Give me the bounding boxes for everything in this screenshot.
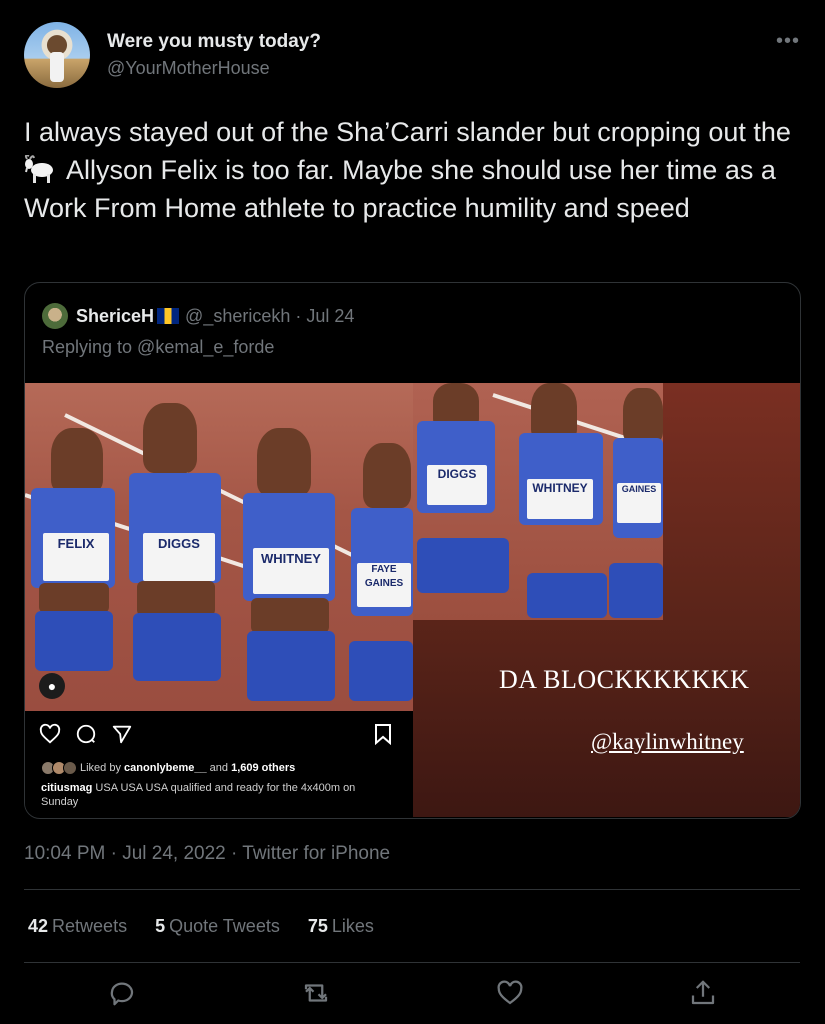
quoted-tweet[interactable]: ShericeH @_shericekh · Jul 24 Replying t… [24,282,801,819]
bib-felix: FELIX [57,536,95,551]
author-avatar[interactable] [24,22,90,88]
quoted-tweet-header: ShericeH @_shericekh · Jul 24 [42,303,354,329]
story-bib-gaines: GAINES [621,484,657,494]
instagram-screenshot-image[interactable]: FELIX DIGGS WHITNEY FAYE GAINES ● Liked … [25,383,413,817]
divider [24,962,800,963]
bib-diggs: DIGGS [158,536,200,551]
story-title: DA BLOCKKKKKKK [499,665,750,694]
goat-icon [24,155,53,183]
story-mention: @kaylinwhitney [591,729,744,754]
bib-gaines: FAYE GAINES [364,564,404,589]
like-icon[interactable] [495,978,525,1008]
story-bib-diggs: DIGGS [437,467,477,481]
heart-icon [39,723,61,744]
instagram-likes: Liked by canonlybeme__ and 1,609 others [41,761,295,775]
author-handle[interactable]: @YourMotherHouse [107,58,270,79]
divider [24,889,800,890]
bib-whitney: WHITNEY [261,551,321,566]
tweet-text-part-1: I always stayed out of the Sha’Carri sla… [24,117,791,147]
story-bib-whitney: WHITNEY [532,481,588,495]
share-icon [112,725,132,744]
story-screenshot-image[interactable]: DIGGS WHITNEY GAINES DA BLOCKKKKKKK @kay… [413,383,800,817]
likes-stat[interactable]: 75 Likes [308,916,374,937]
instagram-actions [39,723,133,745]
tagged-user-icon: ● [39,673,65,699]
replying-to: Replying to @kemal_e_forde [42,337,275,357]
story-team-photo: DIGGS WHITNEY GAINES [413,383,663,620]
barbados-flag-icon [157,308,180,324]
retweet-icon[interactable] [301,978,331,1008]
comment-icon [76,724,96,744]
author-name[interactable]: Were you musty today? [107,31,321,53]
share-tweet-icon[interactable] [688,978,718,1008]
quoted-tweet-date: · Jul 24 [295,305,355,326]
quoted-author-avatar [42,303,68,329]
reply-icon[interactable] [107,978,137,1008]
tweet-text-part-2: Allyson Felix is too far. Maybe she shou… [24,155,776,223]
tweet-stats: 42 Retweets 5 Quote Tweets 75 Likes [28,916,374,937]
quote-tweets-stat[interactable]: 5 Quote Tweets [155,916,280,937]
more-options-icon[interactable]: ••• [776,30,800,53]
tweet-text: I always stayed out of the Sha’Carri sla… [24,113,804,227]
bookmark-icon [375,724,391,745]
instagram-caption: citiusmag USA USA USA qualified and read… [41,782,356,808]
quoted-author-handle: @_shericekh [185,305,291,326]
relay-team-photo: FELIX DIGGS WHITNEY FAYE GAINES ● [25,383,413,711]
tweet-timestamp[interactable]: 10:04 PM · Jul 24, 2022 · Twitter for iP… [24,843,390,865]
retweets-stat[interactable]: 42 Retweets [28,916,127,937]
quoted-author-name: ShericeH [76,305,155,326]
